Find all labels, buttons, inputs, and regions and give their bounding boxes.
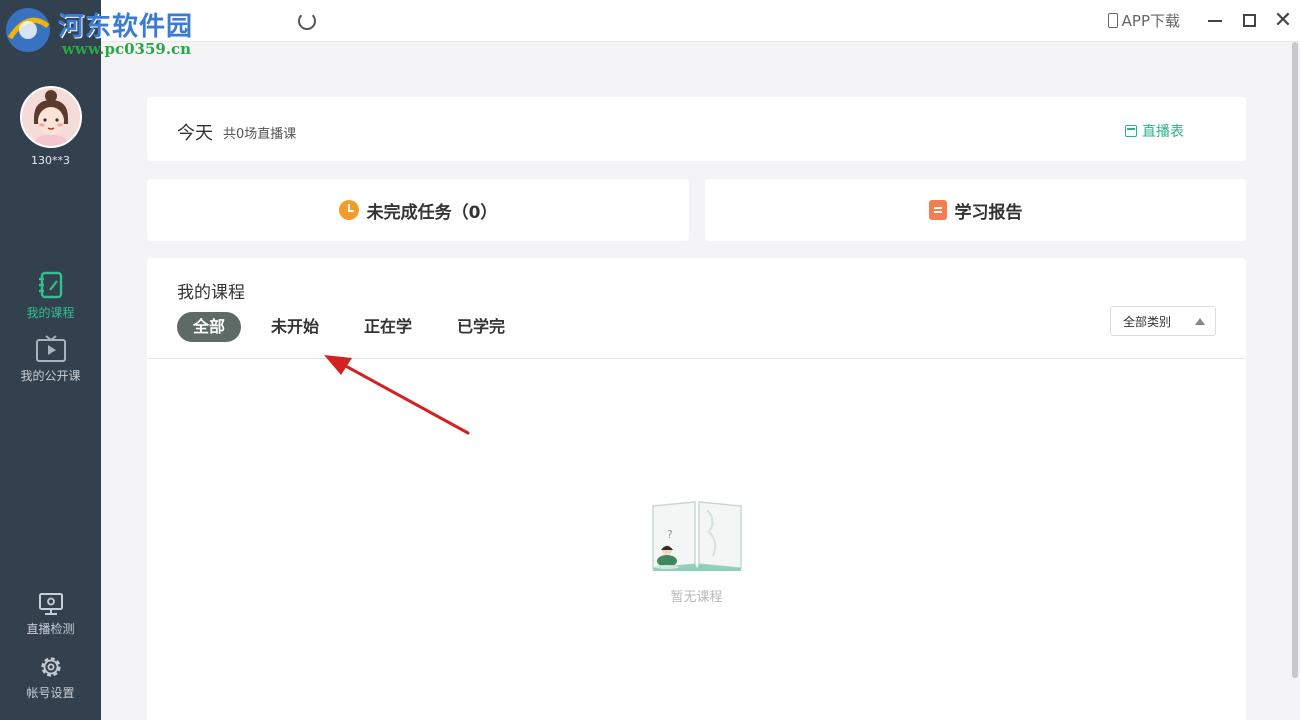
app-download-link[interactable]: APP下载 <box>1107 10 1180 31</box>
avatar[interactable] <box>20 86 82 148</box>
maximize-button[interactable] <box>1232 0 1266 41</box>
today-title: 今天 <box>177 123 213 144</box>
divider <box>147 358 1246 359</box>
monitor-icon <box>38 593 63 615</box>
chevron-up-icon <box>1195 317 1205 325</box>
today-subtitle: 共0场直播课 <box>223 127 297 142</box>
sidebar-item-my-courses[interactable]: 我的课程 <box>0 270 101 321</box>
tab-not-started[interactable]: 未开始 <box>271 312 319 342</box>
vertical-scrollbar[interactable] <box>1292 42 1298 678</box>
gear-icon <box>40 657 61 677</box>
tab-all[interactable]: 全部 <box>177 312 242 342</box>
title-bar: APP下载 ✕ <box>101 0 1300 42</box>
open-book-illustration-icon: ? <box>651 501 742 571</box>
window-controls: APP下载 ✕ <box>1107 0 1300 41</box>
minimize-button[interactable] <box>1198 0 1232 41</box>
learning-report-label: 学习报告 <box>954 202 1023 223</box>
sidebar-item-my-open-courses[interactable]: 我的公开课 <box>0 335 101 384</box>
app-download-label: APP下载 <box>1121 12 1180 30</box>
minimize-icon <box>1208 19 1222 22</box>
tab-completed[interactable]: 已学完 <box>457 312 505 342</box>
close-button[interactable]: ✕ <box>1266 0 1300 41</box>
live-schedule-link[interactable]: 直播表 <box>1125 121 1184 141</box>
tab-in-progress[interactable]: 正在学 <box>364 312 412 342</box>
today-card: 今天 共0场直播课 直播表 <box>147 97 1246 161</box>
notebook-icon <box>38 271 62 299</box>
report-icon <box>928 200 947 220</box>
learning-report-card[interactable]: 学习报告 <box>705 179 1246 241</box>
tv-play-icon <box>35 335 66 362</box>
empty-state: ? 暂无课程 <box>147 498 1246 605</box>
category-select-value: 全部类别 <box>1123 314 1172 329</box>
watermark-url: www.pc0359.cn <box>62 40 192 58</box>
category-select[interactable]: 全部类别 <box>1110 306 1216 336</box>
sidebar-item-label: 直播检测 <box>26 622 75 636</box>
sidebar-item-label: 我的课程 <box>26 306 75 320</box>
avatar-image <box>22 88 80 146</box>
sidebar-item-label: 我的公开课 <box>20 369 81 383</box>
watermark-badge-icon <box>6 8 50 52</box>
course-tabs: 全部 未开始 正在学 已学完 <box>177 312 550 342</box>
my-courses-card: 我的课程 全部 未开始 正在学 已学完 全部类别 ? 暂无课程 <box>147 258 1246 720</box>
incomplete-tasks-card[interactable]: 未完成任务（0） <box>147 179 689 241</box>
maximize-icon <box>1242 14 1256 27</box>
username: 130**3 <box>31 154 70 167</box>
svg-text:?: ? <box>667 528 673 541</box>
watermark-logo: 河东软件园 www.pc0359.cn <box>0 0 260 64</box>
watermark-title: 河东软件园 <box>58 12 194 42</box>
sidebar-item-label: 帐号设置 <box>26 686 75 700</box>
phone-icon <box>1107 13 1118 28</box>
calendar-icon <box>1125 125 1137 137</box>
live-schedule-label: 直播表 <box>1142 124 1184 140</box>
refresh-icon[interactable] <box>298 12 316 30</box>
incomplete-tasks-label: 未完成任务（0） <box>366 202 498 223</box>
sidebar-item-live-check[interactable]: 直播检测 <box>0 592 101 637</box>
empty-state-text: 暂无课程 <box>670 590 723 605</box>
sidebar-item-account-settings[interactable]: 帐号设置 <box>0 654 101 701</box>
courses-title: 我的课程 <box>177 283 245 303</box>
clock-icon <box>338 200 359 220</box>
sidebar: 130**3 我的课程 我的公开课 直播检测 帐号设置 <box>0 0 101 720</box>
close-icon: ✕ <box>1273 7 1293 33</box>
